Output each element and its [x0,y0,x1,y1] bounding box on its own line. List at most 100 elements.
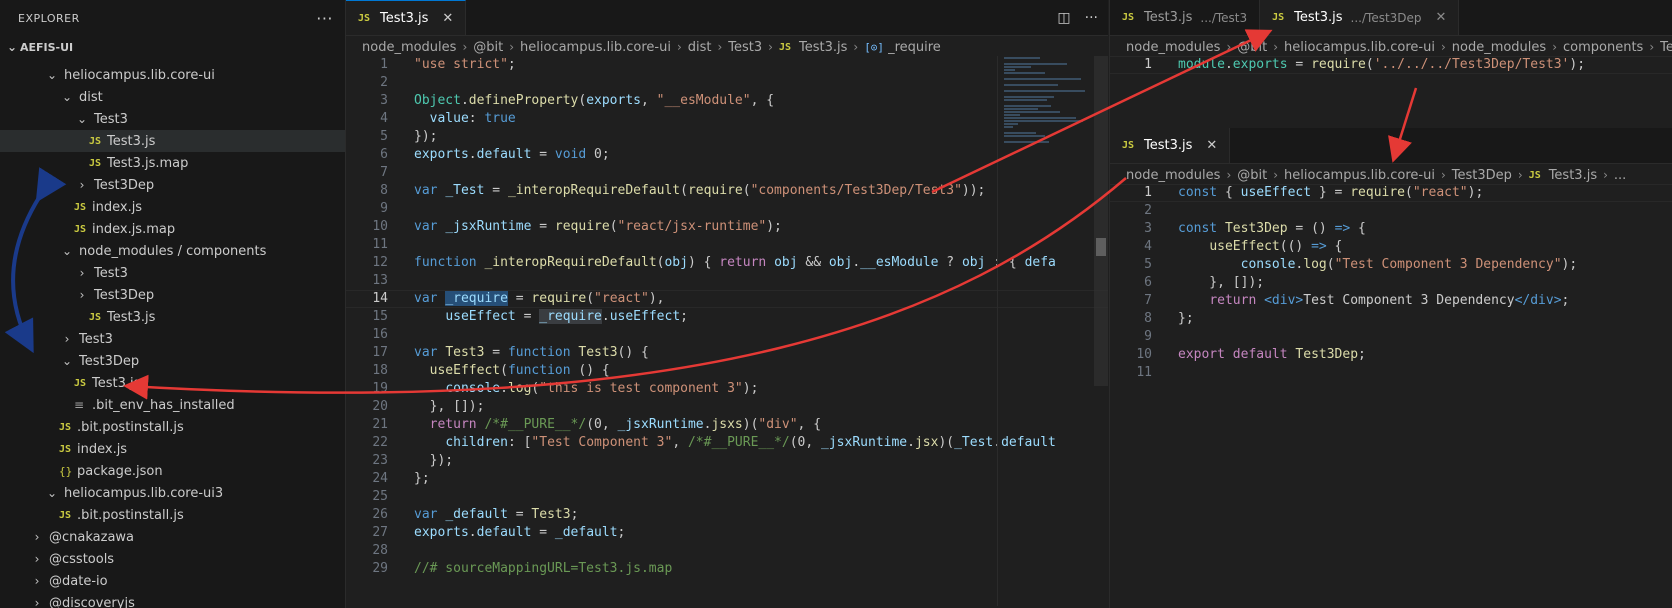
code-editor[interactable]: 1 "use strict"; 2 3 Object.defineProperty(ex… [346,56,1108,608]
minimap-line [1004,105,1051,107]
minimap[interactable] [997,56,1090,606]
breadcrumb-item[interactable]: dist [688,40,712,55]
code-line: 4 value: true [346,110,1108,128]
tree-item[interactable]: › Test3Dep [0,284,345,306]
tree-item-label: @discoveryjs [49,595,135,608]
breadcrumb-item[interactable]: @bit [1237,40,1267,55]
tree-item[interactable]: ⌄ Test3 [0,108,345,130]
breadcrumb-item[interactable]: JS Test3.js [779,40,847,55]
minimap-line [1004,108,1039,110]
tree-item[interactable]: JS .bit.postinstall.js [0,504,345,526]
code-text: "use strict"; [414,57,516,72]
symbol-variable-icon: [⊙] [864,40,885,54]
breadcrumb-item[interactable]: @bit [473,40,503,55]
breadcrumb-item[interactable]: node_modules [1452,40,1546,55]
split-editor-icon[interactable]: ◫ [1057,10,1070,26]
tree-item[interactable]: JS index.js [0,196,345,218]
chevron-right-icon: › [1226,168,1232,182]
tree-item-label: Test3 [94,265,128,281]
breadcrumb-item[interactable]: node_modules [1126,40,1220,55]
js-file-icon: JS [89,157,102,169]
workspace-root[interactable]: ⌄ AEFIS-UI [0,36,345,58]
tree-item[interactable]: JS .bit.postinstall.js [0,416,345,438]
more-actions-icon[interactable]: ··· [316,9,333,28]
tree-item[interactable]: ⌄ heliocampus.lib.core-ui [0,64,345,86]
line-number: 27 [372,525,388,540]
breadcrumb-label: Test3Dep [1660,39,1672,55]
tree-item[interactable]: › Test3 [0,262,345,284]
code-line: 13 [346,272,1108,290]
tree-item[interactable]: › Test3Dep [0,174,345,196]
line-number: 16 [372,327,388,342]
chevron-right-icon: › [1273,168,1279,182]
more-actions-icon[interactable]: ··· [1085,10,1098,26]
breadcrumb-item[interactable]: node_modules [362,40,456,55]
code-editor-bottom[interactable]: 1 const { useEffect } = require("react");… [1110,184,1672,608]
breadcrumb-label: heliocampus.lib.core-ui [1284,39,1435,55]
scrollbar-thumb[interactable] [1096,238,1106,256]
breadcrumb-item[interactable]: heliocampus.lib.core-ui [1284,40,1435,55]
tree-item[interactable]: › @cnakazawa [0,526,345,548]
tree-item[interactable]: › @discoveryjs [0,592,345,608]
editor-tabbar-top: JS Test3.js .../Test3 JS Test3.js .../Test3De… [1110,0,1672,36]
tree-item[interactable]: JS index.js.map [0,218,345,240]
chevron-right-icon: › [768,40,773,54]
code-line: 22 children: ["Test Component 3", /*#__P… [346,434,1108,452]
breadcrumb-item[interactable]: components [1563,40,1643,55]
code-line: 28 [346,542,1108,560]
tree-item[interactable]: {} package.json [0,460,345,482]
breadcrumb: node_modules › @bit › heliocampus.lib.core-u… [346,36,1108,58]
breadcrumb-item[interactable]: Test3 [728,40,762,55]
tree-item[interactable]: ⌄ dist [0,86,345,108]
tab-test3-js[interactable]: JS Test3.js ✕ [346,0,467,35]
line-number: 19 [372,381,388,396]
breadcrumb-item[interactable]: @bit [1237,168,1267,183]
tree-item[interactable]: › @date-io [0,570,345,592]
tree-item[interactable]: ≡ .bit_env_has_installed [0,394,345,416]
breadcrumb-item[interactable]: Test3Dep [1452,168,1512,183]
tree-item[interactable]: ⌄ heliocampus.lib.core-ui3 [0,482,345,504]
tab-test3-js-0[interactable]: JS Test3.js .../Test3 [1110,0,1261,35]
js-file-icon: JS [74,223,87,235]
minimap-line [1004,57,1040,59]
tree-item[interactable]: JS Test3.js [0,130,345,152]
breadcrumb-bottom: node_modules › @bit › heliocampus.lib.core-u… [1110,164,1672,186]
chevron-down-icon: ⌄ [61,90,73,104]
tab-test3-js-bottom[interactable]: JS Test3.js ✕ [1110,128,1231,163]
tree-item[interactable]: ⌄ node_modules / components [0,240,345,262]
line-number: 10 [372,219,388,234]
tree-item[interactable]: › Test3 [0,328,345,350]
breadcrumb-item[interactable]: [⊙] _require [864,40,941,55]
breadcrumb-item[interactable]: JS Test3.js [1529,168,1597,183]
breadcrumb-item[interactable]: Test3Dep [1660,40,1672,55]
code-text: useEffect(() => { [1209,239,1343,254]
breadcrumb-item[interactable]: node_modules [1126,168,1220,183]
breadcrumb-item[interactable]: heliocampus.lib.core-ui [1284,168,1435,183]
tree-item[interactable]: ⌄ Test3Dep [0,350,345,372]
js-file-icon: JS [89,311,102,323]
chevron-right-icon: › [1552,40,1557,54]
code-text: value: true [429,111,516,126]
tab-test3-js-1[interactable]: JS Test3.js .../Test3Dep ✕ [1260,0,1460,35]
tree-item[interactable]: JS index.js [0,438,345,460]
breadcrumb-item[interactable]: ... [1614,168,1626,183]
line-number: 23 [372,453,388,468]
vertical-scrollbar[interactable] [1094,56,1108,386]
close-icon[interactable]: ✕ [1436,10,1447,25]
breadcrumb-item[interactable]: heliocampus.lib.core-ui [520,40,671,55]
code-line: 14 var _require = require("react"), [346,290,1108,308]
tree-item[interactable]: JS Test3.js.map [0,152,345,174]
close-icon[interactable]: ✕ [442,11,453,26]
tree-item[interactable]: › @csstools [0,548,345,570]
tree-item[interactable]: JS Test3.js [0,306,345,328]
tree-item[interactable]: JS Test3.js [0,372,345,394]
chevron-right-icon: › [79,288,85,302]
line-number: 6 [380,147,388,162]
tree-item-label: heliocampus.lib.core-ui3 [64,485,224,501]
code-text: var Test3 = function Test3() { [414,345,649,360]
close-icon[interactable]: ✕ [1206,138,1217,153]
code-line: 27 exports.default = _default; [346,524,1108,542]
breadcrumb-label: Test3.js [1548,167,1598,183]
code-editor-top[interactable]: 1 module.exports = require('../../../Test… [1110,56,1672,128]
code-line: 1 const { useEffect } = require("react"); [1110,184,1672,202]
